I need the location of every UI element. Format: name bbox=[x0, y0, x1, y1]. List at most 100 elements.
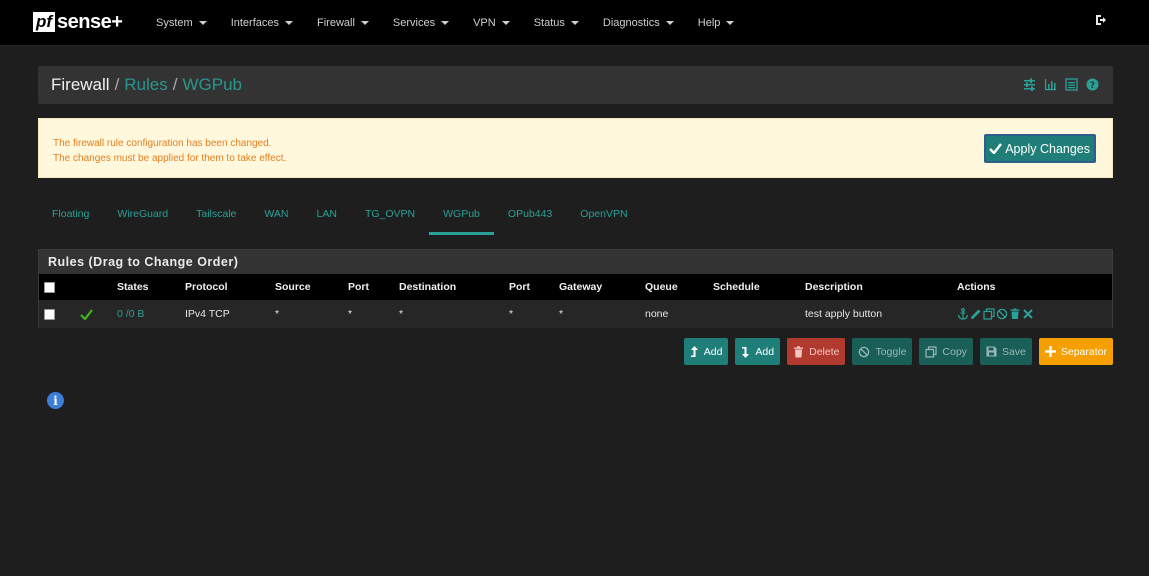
question-circle-icon[interactable]: ? bbox=[1086, 78, 1099, 91]
caret-down-icon bbox=[665, 21, 674, 25]
col-description: Description bbox=[805, 281, 863, 293]
tab-lan[interactable]: LAN bbox=[303, 196, 351, 232]
alert-line-2: The changes must be applied for them to … bbox=[53, 153, 287, 164]
menu-label: Status bbox=[533, 17, 565, 29]
row-source: * bbox=[275, 308, 280, 320]
breadcrumb-bar: Firewall / Rules / WGPub ? bbox=[38, 66, 1113, 104]
col-protocol: Protocol bbox=[185, 281, 228, 293]
menu-label: Services bbox=[392, 17, 436, 29]
row-checkbox[interactable] bbox=[44, 308, 55, 320]
level-up-icon bbox=[690, 345, 698, 357]
delete-button[interactable]: Delete bbox=[787, 338, 846, 365]
breadcrumb-wgpub-link[interactable]: WGPub bbox=[183, 75, 243, 94]
tab-opub443[interactable]: OPub443 bbox=[494, 196, 566, 232]
tab-floating[interactable]: Floating bbox=[38, 196, 103, 232]
add-top-label: Add bbox=[703, 345, 723, 358]
separator-button[interactable]: Separator bbox=[1038, 338, 1113, 365]
sliders-icon[interactable] bbox=[1023, 78, 1036, 91]
breadcrumb-firewall: Firewall bbox=[51, 75, 110, 94]
breadcrumb-rules-link[interactable]: Rules bbox=[124, 75, 167, 94]
caret-down-icon bbox=[198, 21, 207, 25]
breadcrumb: Firewall / Rules / WGPub bbox=[51, 75, 242, 95]
rules-action-buttons: Add Add Delete Toggle Copy Save Separato… bbox=[683, 338, 1113, 365]
copy-label: Copy bbox=[942, 345, 967, 358]
apply-changes-button[interactable]: Apply Changes bbox=[984, 134, 1096, 163]
menu-interfaces[interactable]: Interfaces bbox=[219, 0, 305, 46]
col-port: Port bbox=[348, 281, 369, 293]
toggle-label: Toggle bbox=[875, 345, 907, 358]
main-menu: System Interfaces Firewall Services VPN … bbox=[144, 0, 746, 46]
toggle-button[interactable]: Toggle bbox=[852, 338, 913, 365]
menu-label: System bbox=[156, 17, 193, 29]
table-row[interactable]: 0 /0 B IPv4 TCP * * * * * none test appl… bbox=[39, 300, 1112, 328]
col-states: States bbox=[117, 281, 149, 293]
trash-icon[interactable] bbox=[1009, 308, 1021, 320]
col-destination: Destination bbox=[399, 281, 457, 293]
breadcrumb-separator: / bbox=[114, 75, 120, 94]
save-label: Save bbox=[1001, 345, 1026, 358]
row-description: test apply button bbox=[805, 308, 883, 320]
ban-icon[interactable] bbox=[996, 308, 1008, 320]
sign-out-icon[interactable] bbox=[1095, 14, 1107, 29]
info-icon[interactable]: i bbox=[47, 392, 64, 409]
times-icon[interactable] bbox=[1022, 308, 1034, 320]
add-bottom-label: Add bbox=[755, 345, 775, 358]
menu-label: Interfaces bbox=[230, 17, 279, 29]
col-source: Source bbox=[275, 281, 311, 293]
caret-down-icon bbox=[285, 21, 293, 25]
list-icon[interactable] bbox=[1065, 78, 1078, 91]
level-down-icon bbox=[742, 346, 750, 358]
caret-down-icon bbox=[726, 21, 735, 25]
logo-sense: sense+ bbox=[57, 10, 123, 33]
tab-wan[interactable]: WAN bbox=[250, 196, 302, 232]
rules-panel: Rules (Drag to Change Order) States Prot… bbox=[38, 249, 1113, 328]
menu-system[interactable]: System bbox=[144, 0, 219, 46]
row-states[interactable]: 0 /0 B bbox=[117, 300, 144, 328]
interface-tabs: Floating WireGuard Tailscale WAN LAN TG_… bbox=[38, 196, 642, 236]
alert-line-1: The firewall rule configuration has been… bbox=[53, 138, 272, 149]
trash-icon bbox=[794, 345, 804, 357]
tab-wgpub[interactable]: WGPub bbox=[429, 196, 494, 235]
pencil-icon[interactable] bbox=[970, 308, 982, 320]
rules-table-header: States Protocol Source Port Destination … bbox=[39, 274, 1112, 300]
caret-down-icon bbox=[360, 21, 369, 25]
caret-down-icon bbox=[441, 21, 450, 25]
add-top-button[interactable]: Add bbox=[683, 338, 729, 365]
anchor-icon[interactable] bbox=[957, 308, 969, 320]
row-gateway: * bbox=[559, 308, 564, 320]
rules-panel-title: Rules (Drag to Change Order) bbox=[39, 250, 1112, 274]
save-icon bbox=[986, 346, 997, 357]
breadcrumb-separator: / bbox=[172, 75, 178, 94]
pfsense-logo[interactable]: pf sense+ bbox=[33, 10, 123, 34]
menu-help[interactable]: Help bbox=[686, 0, 747, 46]
tab-tg-ovpn[interactable]: TG_OVPN bbox=[351, 196, 429, 232]
caret-down-icon bbox=[570, 21, 579, 25]
select-all-checkbox-cell bbox=[44, 274, 55, 300]
menu-label: Help bbox=[697, 17, 721, 29]
check-icon bbox=[989, 143, 1003, 154]
row-checkbox-cell bbox=[44, 300, 55, 328]
clone-icon[interactable] bbox=[983, 308, 995, 320]
copy-button[interactable]: Copy bbox=[919, 338, 973, 365]
menu-services[interactable]: Services bbox=[381, 0, 461, 46]
menu-status[interactable]: Status bbox=[522, 0, 591, 46]
tab-openvpn[interactable]: OpenVPN bbox=[566, 196, 641, 232]
bar-chart-icon[interactable] bbox=[1044, 78, 1057, 91]
tab-wireguard[interactable]: WireGuard bbox=[103, 196, 182, 232]
menu-diagnostics[interactable]: Diagnostics bbox=[591, 0, 686, 46]
select-all-checkbox[interactable] bbox=[44, 281, 55, 293]
row-protocol: IPv4 TCP bbox=[185, 308, 230, 320]
col-actions: Actions bbox=[957, 281, 996, 293]
row-port: * bbox=[348, 308, 353, 320]
separator-label: Separator bbox=[1060, 345, 1107, 358]
config-changed-alert: The firewall rule configuration has been… bbox=[38, 118, 1113, 178]
caret-down-icon bbox=[501, 21, 510, 25]
save-button[interactable]: Save bbox=[979, 338, 1032, 365]
breadcrumb-icons: ? bbox=[1023, 78, 1099, 91]
delete-label: Delete bbox=[809, 345, 840, 358]
apply-changes-label: Apply Changes bbox=[1005, 141, 1090, 156]
add-bottom-button[interactable]: Add bbox=[735, 338, 781, 365]
menu-firewall[interactable]: Firewall bbox=[305, 0, 381, 46]
menu-vpn[interactable]: VPN bbox=[461, 0, 522, 46]
tab-tailscale[interactable]: Tailscale bbox=[182, 196, 250, 232]
